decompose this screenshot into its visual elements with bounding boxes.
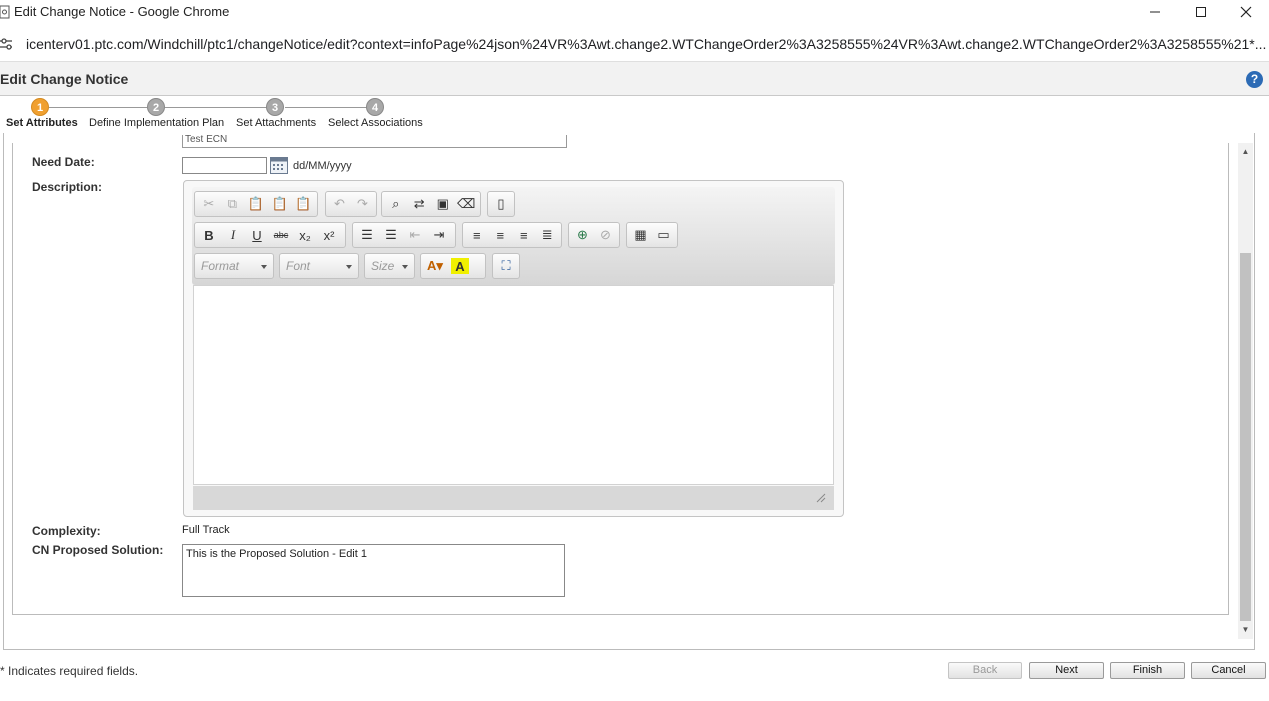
minimize-icon	[1150, 11, 1160, 13]
increase-indent-icon[interactable]: ⇥	[427, 224, 451, 246]
bulleted-list-icon[interactable]: ☰	[379, 224, 403, 246]
color-group: A▾ A	[420, 253, 486, 279]
font-select[interactable]: Font	[279, 253, 359, 279]
page-group: ▯	[487, 191, 515, 217]
undo-icon[interactable]: ↶	[328, 193, 351, 215]
underline-icon[interactable]: U	[245, 224, 269, 246]
insert-group: ▦ ▭	[626, 222, 678, 248]
subscript-icon[interactable]: x₂	[293, 224, 317, 246]
maximize-button[interactable]	[1178, 0, 1224, 24]
close-window-button[interactable]	[1223, 0, 1269, 24]
complexity-label: Complexity:	[32, 524, 101, 538]
chrome-app-icon	[0, 5, 10, 19]
window-title: Edit Change Notice - Google Chrome	[14, 4, 230, 19]
undo-group: ↶ ↷	[325, 191, 377, 217]
size-select[interactable]: Size	[364, 253, 415, 279]
next-button[interactable]: Next	[1029, 662, 1104, 679]
align-group: ≡ ≡ ≡ ≣	[462, 222, 562, 248]
align-left-icon[interactable]: ≡	[465, 224, 489, 246]
maximize-icon	[1196, 7, 1206, 17]
step-connector	[49, 107, 147, 108]
required-fields-note: * Indicates required fields.	[0, 664, 139, 678]
scroll-up-icon[interactable]: ▲	[1238, 145, 1253, 159]
paste-icon[interactable]: 📋	[244, 193, 268, 215]
editor-status-bar	[193, 486, 834, 510]
find-icon[interactable]: ⌕	[384, 193, 408, 215]
maximize-editor-icon[interactable]: ⛶	[495, 255, 517, 277]
step-3-indicator: 3	[266, 98, 284, 116]
scrollbar-thumb[interactable]	[1240, 253, 1251, 621]
unlink-icon[interactable]: ⊘	[594, 224, 617, 246]
numbered-list-icon[interactable]: ☰	[355, 224, 379, 246]
dialog-header: Edit Change Notice ?	[0, 62, 1269, 96]
find-group: ⌕ ⇄ ▣ ⌫	[381, 191, 481, 217]
step-4-indicator: 4	[366, 98, 384, 116]
close-icon	[1240, 6, 1252, 18]
need-date-input[interactable]	[182, 157, 267, 174]
vertical-scrollbar[interactable]: ▲ ▼	[1238, 143, 1253, 639]
format-select[interactable]: Format	[194, 253, 274, 279]
site-settings-icon[interactable]	[0, 36, 14, 52]
link-icon[interactable]: ⊕	[571, 224, 594, 246]
scroll-down-icon[interactable]: ▼	[1238, 623, 1253, 637]
name-field[interactable]: Test ECN	[182, 135, 567, 148]
justify-icon[interactable]: ≣	[536, 224, 560, 246]
decrease-indent-icon[interactable]: ⇤	[403, 224, 427, 246]
step-connector	[285, 107, 367, 108]
step-2-indicator: 2	[147, 98, 165, 116]
window-titlebar: Edit Change Notice - Google Chrome	[0, 0, 1269, 24]
copy-icon[interactable]: ⧉	[221, 193, 245, 215]
list-group: ☰ ☰ ⇤ ⇥	[352, 222, 456, 248]
complexity-value: Full Track	[182, 524, 230, 536]
table-icon[interactable]: ▦	[629, 224, 652, 246]
align-center-icon[interactable]: ≡	[489, 224, 513, 246]
resize-grip-icon[interactable]	[814, 491, 826, 503]
step-select-associations[interactable]: Select Associations	[328, 117, 423, 129]
proposed-solution-label: CN Proposed Solution:	[32, 543, 164, 557]
strikethrough-icon[interactable]: abc	[269, 224, 293, 246]
calendar-icon[interactable]	[270, 157, 288, 174]
url-text[interactable]: icenterv01.ptc.com/Windchill/ptc1/change…	[26, 36, 1266, 52]
horizontal-rule-icon[interactable]: ▭	[652, 224, 675, 246]
address-bar[interactable]: icenterv01.ptc.com/Windchill/ptc1/change…	[0, 26, 1269, 62]
page-break-icon[interactable]: ▯	[490, 193, 512, 215]
clipboard-group: ✂ ⧉ 📋 📋 📋	[194, 191, 318, 217]
need-date-label: Need Date:	[32, 155, 95, 169]
dialog-title: Edit Change Notice	[0, 71, 129, 87]
paste-text-icon[interactable]: 📋	[268, 193, 292, 215]
italic-icon[interactable]: I	[221, 224, 245, 246]
step-define-implementation-plan[interactable]: Define Implementation Plan	[89, 117, 224, 129]
cancel-button[interactable]: Cancel	[1191, 662, 1266, 679]
text-color-icon[interactable]: A▾	[423, 255, 447, 277]
step-set-attributes[interactable]: Set Attributes	[6, 117, 78, 129]
align-right-icon[interactable]: ≡	[512, 224, 536, 246]
bold-icon[interactable]: B	[197, 224, 221, 246]
wizard-steps: 1 2 3 4 Set Attributes Define Implementa…	[0, 97, 1269, 135]
text-style-group: B I U abc x₂ x²	[194, 222, 346, 248]
superscript-icon[interactable]: x²	[317, 224, 341, 246]
redo-icon[interactable]: ↷	[351, 193, 374, 215]
select-all-icon[interactable]: ▣	[431, 193, 455, 215]
remove-format-icon[interactable]: ⌫	[455, 193, 479, 215]
step-set-attachments[interactable]: Set Attachments	[236, 117, 316, 129]
editor-toolbar: ✂ ⧉ 📋 📋 📋 ↶ ↷ ⌕ ⇄ ▣ ⌫ ▯ B I U abc x₂ x²	[192, 187, 835, 285]
finish-button[interactable]: Finish	[1110, 662, 1185, 679]
link-group: ⊕ ⊘	[568, 222, 620, 248]
maximize-group: ⛶	[492, 253, 520, 279]
proposed-solution-field[interactable]: This is the Proposed Solution - Edit 1	[182, 544, 565, 597]
background-color-icon[interactable]: A	[451, 258, 469, 274]
description-editor: ✂ ⧉ 📋 📋 📋 ↶ ↷ ⌕ ⇄ ▣ ⌫ ▯ B I U abc x₂ x²	[183, 180, 844, 517]
description-text-area[interactable]	[193, 285, 834, 485]
replace-icon[interactable]: ⇄	[408, 193, 432, 215]
date-format-hint: dd/MM/yyyy	[293, 160, 352, 172]
minimize-button[interactable]	[1132, 0, 1178, 24]
back-button[interactable]: Back	[948, 662, 1022, 679]
step-connector	[165, 107, 267, 108]
cut-icon[interactable]: ✂	[197, 193, 221, 215]
description-label: Description:	[32, 180, 103, 194]
help-icon[interactable]: ?	[1246, 71, 1263, 88]
step-1-indicator: 1	[31, 98, 49, 116]
paste-word-icon[interactable]: 📋	[291, 193, 315, 215]
